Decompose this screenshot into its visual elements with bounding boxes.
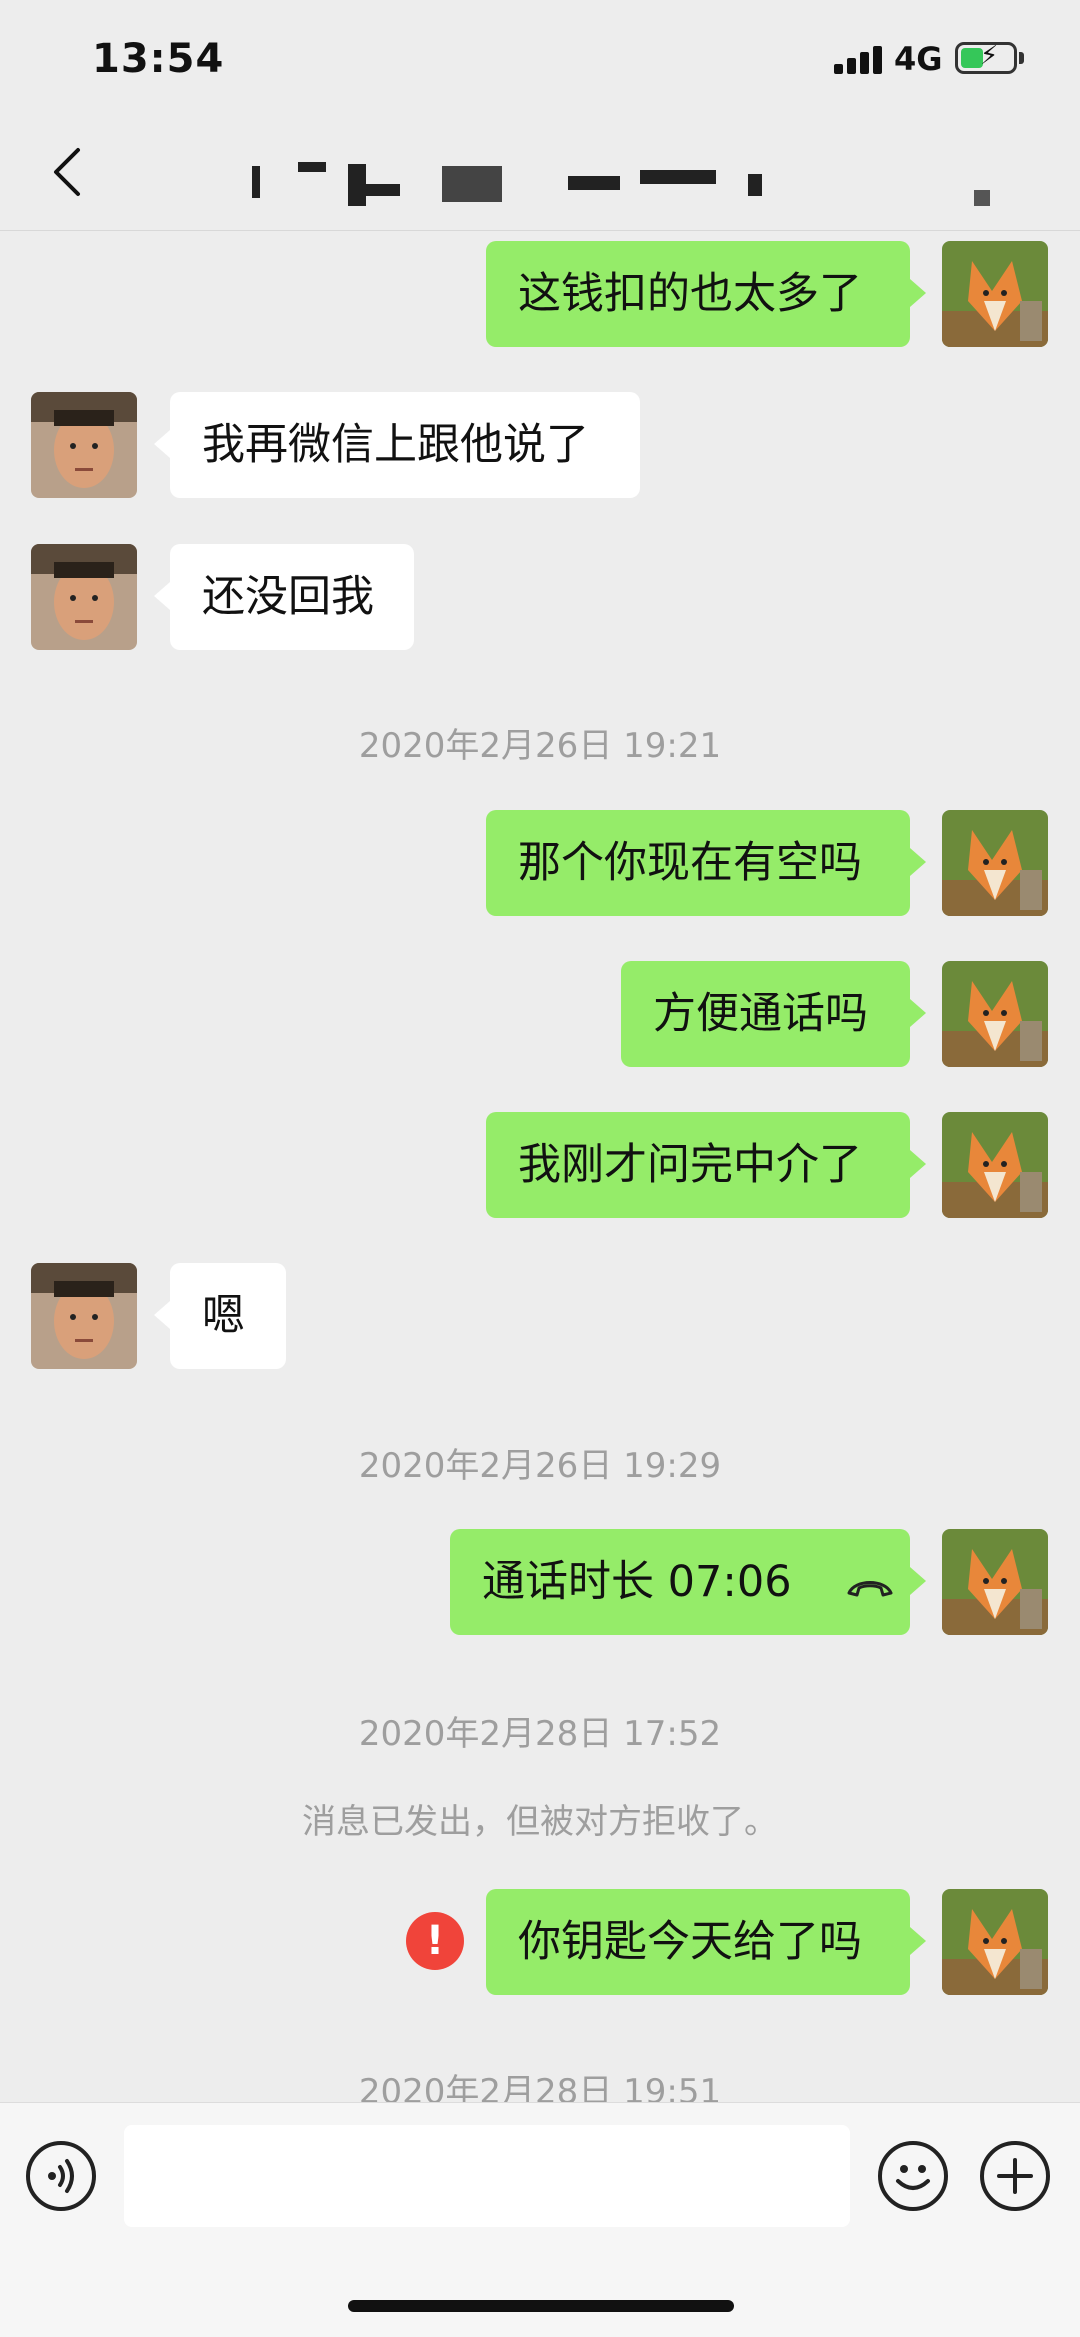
status-bar: 13:54 4G ⚡ — [0, 0, 1080, 120]
plus-icon[interactable] — [980, 2141, 1050, 2211]
my-avatar[interactable] — [942, 1112, 1048, 1218]
my-avatar[interactable] — [942, 810, 1048, 916]
contact-avatar[interactable] — [31, 544, 137, 650]
my-avatar[interactable] — [942, 1889, 1048, 1995]
message-bubble-received[interactable]: 我再微信上跟他说了 — [154, 392, 640, 498]
network-label: 4G — [894, 40, 943, 78]
home-indicator[interactable] — [348, 2300, 734, 2312]
message-bubble-sent-failed[interactable]: 你钥匙今天给了吗 — [486, 1889, 926, 1995]
battery-icon: ⚡ — [955, 41, 1017, 74]
contact-avatar[interactable] — [31, 392, 137, 498]
call-record-bubble[interactable]: 通话时长 07:06 — [450, 1529, 926, 1638]
message-bubble-sent[interactable]: 这钱扣的也太多了 — [486, 241, 926, 347]
message-bubble-sent[interactable]: 方便通话吗 — [621, 961, 926, 1067]
message-bubble-received[interactable]: 还没回我 — [154, 544, 414, 650]
chat-screen: 13:54 4G ⚡ 这钱扣的也太多了 我再微信上跟他说了 还没回我 2020年… — [0, 0, 1080, 2337]
nav-bar — [0, 120, 1080, 231]
back-chevron-icon[interactable] — [40, 142, 100, 202]
timestamp: 2020年2月28日 17:52 — [358, 1714, 722, 1754]
message-bubble-sent[interactable]: 我刚才问完中介了 — [486, 1112, 926, 1218]
message-input[interactable] — [124, 2125, 850, 2227]
contact-avatar[interactable] — [31, 1263, 137, 1369]
signal-icon — [834, 44, 884, 74]
message-bubble-sent[interactable]: 那个你现在有空吗 — [486, 810, 926, 916]
rejected-notice: 消息已发出，但被对方拒收了。 — [302, 1802, 778, 1842]
my-avatar[interactable] — [942, 961, 1048, 1067]
timestamp: 2020年2月26日 19:21 — [358, 726, 722, 766]
my-avatar[interactable] — [942, 1529, 1048, 1635]
battery-cap — [1019, 52, 1024, 64]
voice-icon[interactable] — [26, 2141, 96, 2211]
call-duration-text: 通话时长 07:06 — [482, 1557, 792, 1607]
message-bubble-received[interactable]: 嗯 — [154, 1263, 286, 1369]
timestamp: 2020年2月26日 19:29 — [358, 1446, 722, 1486]
phone-hangup-icon — [845, 1532, 895, 1638]
my-avatar[interactable] — [942, 241, 1048, 347]
contact-name-redacted — [250, 150, 990, 210]
error-icon[interactable]: ! — [406, 1912, 464, 1970]
emoji-icon[interactable] — [878, 2141, 948, 2211]
status-time: 13:54 — [92, 36, 225, 82]
